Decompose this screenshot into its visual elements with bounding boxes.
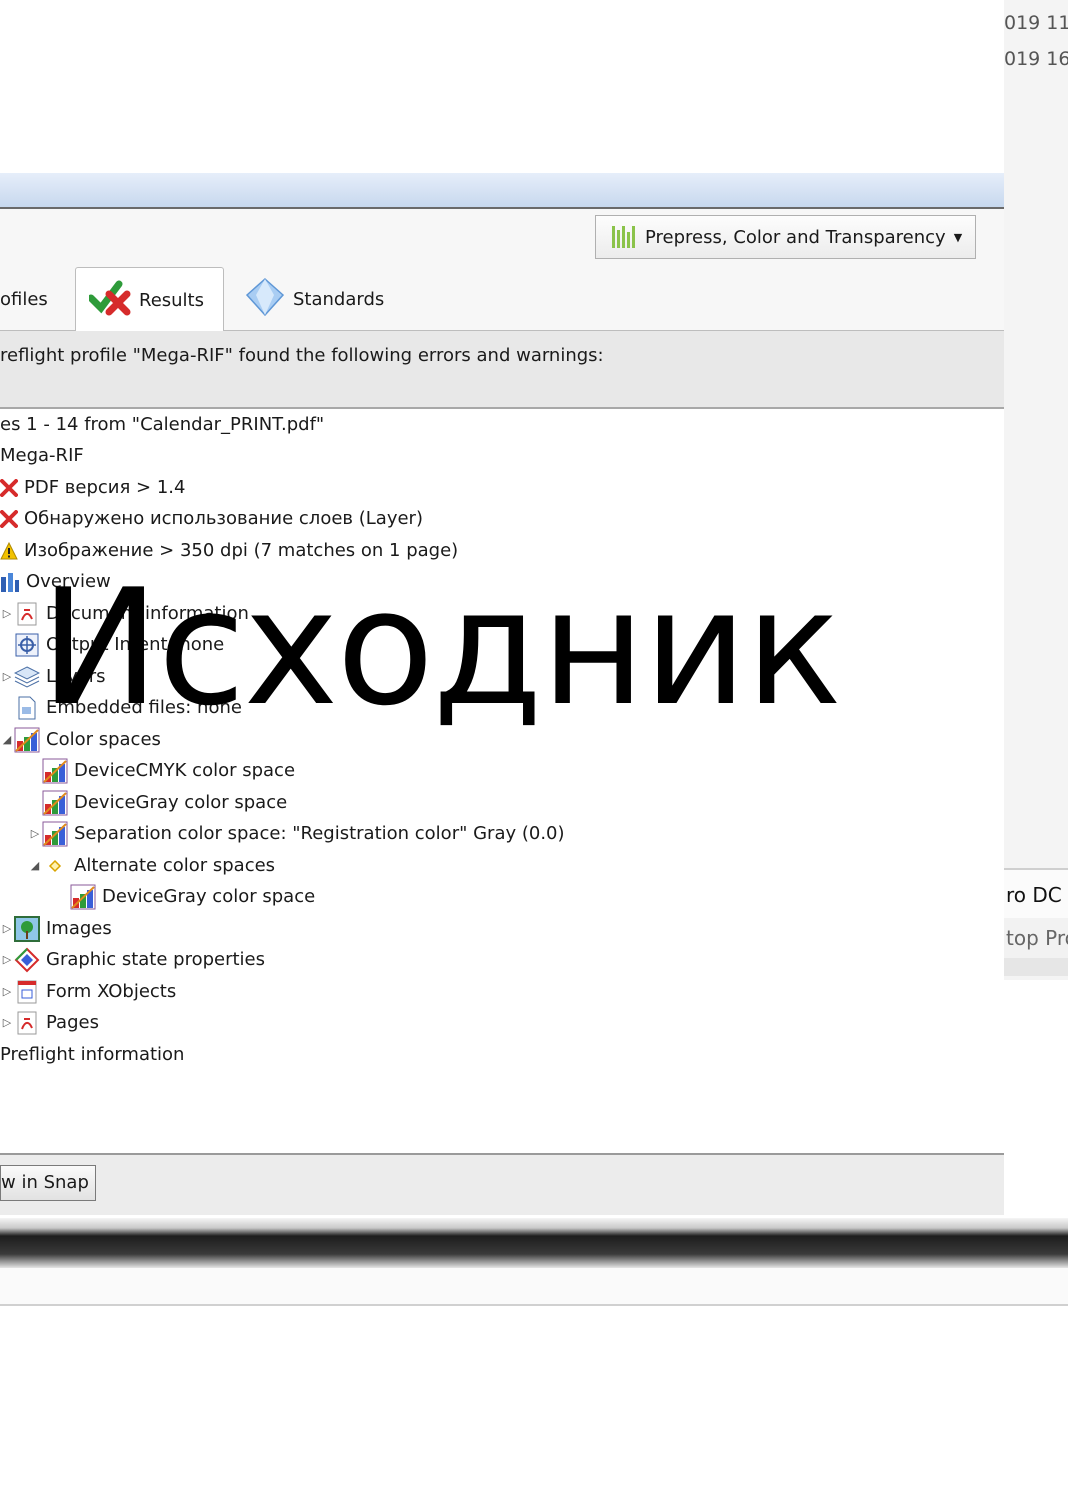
- colorspace-icon: [42, 821, 68, 847]
- expand-arrow-icon[interactable]: ▷: [0, 670, 14, 683]
- target-icon: [14, 632, 40, 658]
- taskbar-edge: [0, 1218, 1068, 1268]
- image-icon: [14, 915, 40, 942]
- tree-row-colorspace[interactable]: DeviceGray color space: [70, 881, 315, 912]
- expand-arrow-icon[interactable]: ▷: [28, 827, 42, 840]
- error-icon: [0, 506, 18, 532]
- tree-row-error[interactable]: Обнаружено использование слоев (Layer): [0, 503, 423, 534]
- dialog-footer: w in Snap: [0, 1153, 1004, 1215]
- expand-arrow-icon[interactable]: ▷: [0, 953, 14, 966]
- tree-row-label: Graphic state properties: [46, 949, 266, 970]
- timestamp: 019 16:5: [1004, 48, 1068, 70]
- overlay-caption: Исходник: [40, 554, 842, 741]
- profile-toolbar: Prepress, Color and Transparency ▼ ofile…: [0, 209, 1004, 332]
- profile-dropdown-button[interactable]: Prepress, Color and Transparency ▼: [595, 215, 976, 259]
- graphic-state-icon: [14, 947, 40, 973]
- tab-results[interactable]: Results: [75, 267, 224, 332]
- standards-diamond-icon: [245, 277, 285, 322]
- tree-row-label: Mega-RIF: [0, 445, 84, 466]
- tree-row-profile[interactable]: Mega-RIF: [0, 440, 84, 471]
- tree-row-colorspace[interactable]: DeviceGray color space: [42, 787, 287, 818]
- warning-icon: [0, 538, 18, 564]
- pdf-icon: [14, 601, 40, 627]
- overview-icon: [0, 569, 20, 595]
- prepress-bars-icon: [612, 226, 635, 248]
- pdf-icon: [14, 1010, 40, 1036]
- background-window: [1004, 0, 1068, 980]
- dialog-titlebar[interactable]: [0, 173, 1004, 209]
- tab-profiles[interactable]: ofiles: [0, 267, 48, 331]
- tab-label: Results: [139, 289, 204, 311]
- window-bottom-strip: [0, 1268, 1068, 1306]
- tree-row-label: Separation color space: "Registration co…: [74, 823, 565, 844]
- tree-row-separation-colorspace[interactable]: ▷ Separation color space: "Registration …: [28, 818, 565, 849]
- results-check-cross-icon: [87, 280, 131, 321]
- tree-row-label: DeviceGray color space: [74, 792, 288, 813]
- tree-row-graphic-state[interactable]: ▷ Graphic state properties: [0, 944, 265, 975]
- app-list-item[interactable]: ro DC: [1004, 868, 1068, 918]
- expand-arrow-icon[interactable]: ▷: [0, 1016, 14, 1029]
- tree-row-colorspace[interactable]: DeviceCMYK color space: [42, 755, 295, 786]
- results-summary: reflight profile "Mega-RIF" found the fo…: [0, 331, 1004, 409]
- tree-row-document[interactable]: es 1 - 14 from "Calendar_PRINT.pdf": [0, 409, 324, 440]
- tree-row-error[interactable]: PDF версия > 1.4: [0, 472, 185, 503]
- expand-arrow-icon[interactable]: ▷: [0, 607, 14, 620]
- tree-row-label: Form XObjects: [46, 981, 177, 1002]
- timestamp: 019 11:0: [1004, 12, 1068, 34]
- tree-row-pages[interactable]: ▷ Pages: [0, 1007, 99, 1038]
- tab-label: ofiles: [0, 288, 48, 310]
- tree-row-label: Preflight information: [0, 1044, 185, 1065]
- results-tree: es 1 - 14 from "Calendar_PRINT.pdf" Mega…: [0, 409, 1004, 1149]
- tree-row-label: DeviceCMYK color space: [74, 760, 296, 781]
- app-list-item[interactable]: top Pro: [1004, 918, 1068, 958]
- colorspace-icon: [70, 884, 96, 910]
- collapse-arrow-icon[interactable]: ◢: [0, 733, 14, 746]
- tree-row-label: Обнаружено использование слоев (Layer): [24, 508, 423, 529]
- file-icon: [14, 695, 40, 721]
- tree-row-label: Pages: [46, 1012, 99, 1033]
- chevron-down-icon: ▼: [953, 230, 963, 244]
- error-icon: [0, 475, 18, 501]
- collapse-arrow-icon[interactable]: ◢: [28, 859, 42, 872]
- tree-row-label: PDF версия > 1.4: [24, 477, 186, 498]
- colorspace-icon: [42, 758, 68, 784]
- tree-row-label: es 1 - 14 from "Calendar_PRINT.pdf": [0, 414, 325, 435]
- tree-row-form-xobjects[interactable]: ▷ Form XObjects: [0, 976, 176, 1007]
- tree-row-alternate-colorspaces[interactable]: ◢ Alternate color spaces: [28, 850, 275, 881]
- diamond-icon: [42, 853, 68, 879]
- tree-row-label: Images: [46, 918, 112, 939]
- layers-icon: [14, 664, 40, 690]
- colorspace-icon: [42, 790, 68, 816]
- show-in-snap-button[interactable]: w in Snap: [0, 1165, 96, 1201]
- form-xobject-icon: [14, 979, 40, 1005]
- tab-label: Standards: [293, 288, 385, 310]
- app-list-divider: [1004, 958, 1068, 976]
- expand-arrow-icon[interactable]: ▷: [0, 922, 14, 935]
- tree-row-preflight-information[interactable]: Preflight information: [0, 1039, 184, 1070]
- colorspace-icon: [14, 727, 40, 753]
- profile-dropdown-label: Prepress, Color and Transparency: [645, 226, 946, 248]
- tree-row-label: Alternate color spaces: [74, 855, 276, 876]
- expand-arrow-icon[interactable]: ▷: [0, 985, 14, 998]
- tab-standards[interactable]: Standards: [245, 267, 384, 331]
- tree-row-images[interactable]: ▷ Images: [0, 913, 112, 944]
- tree-row-label: DeviceGray color space: [102, 886, 316, 907]
